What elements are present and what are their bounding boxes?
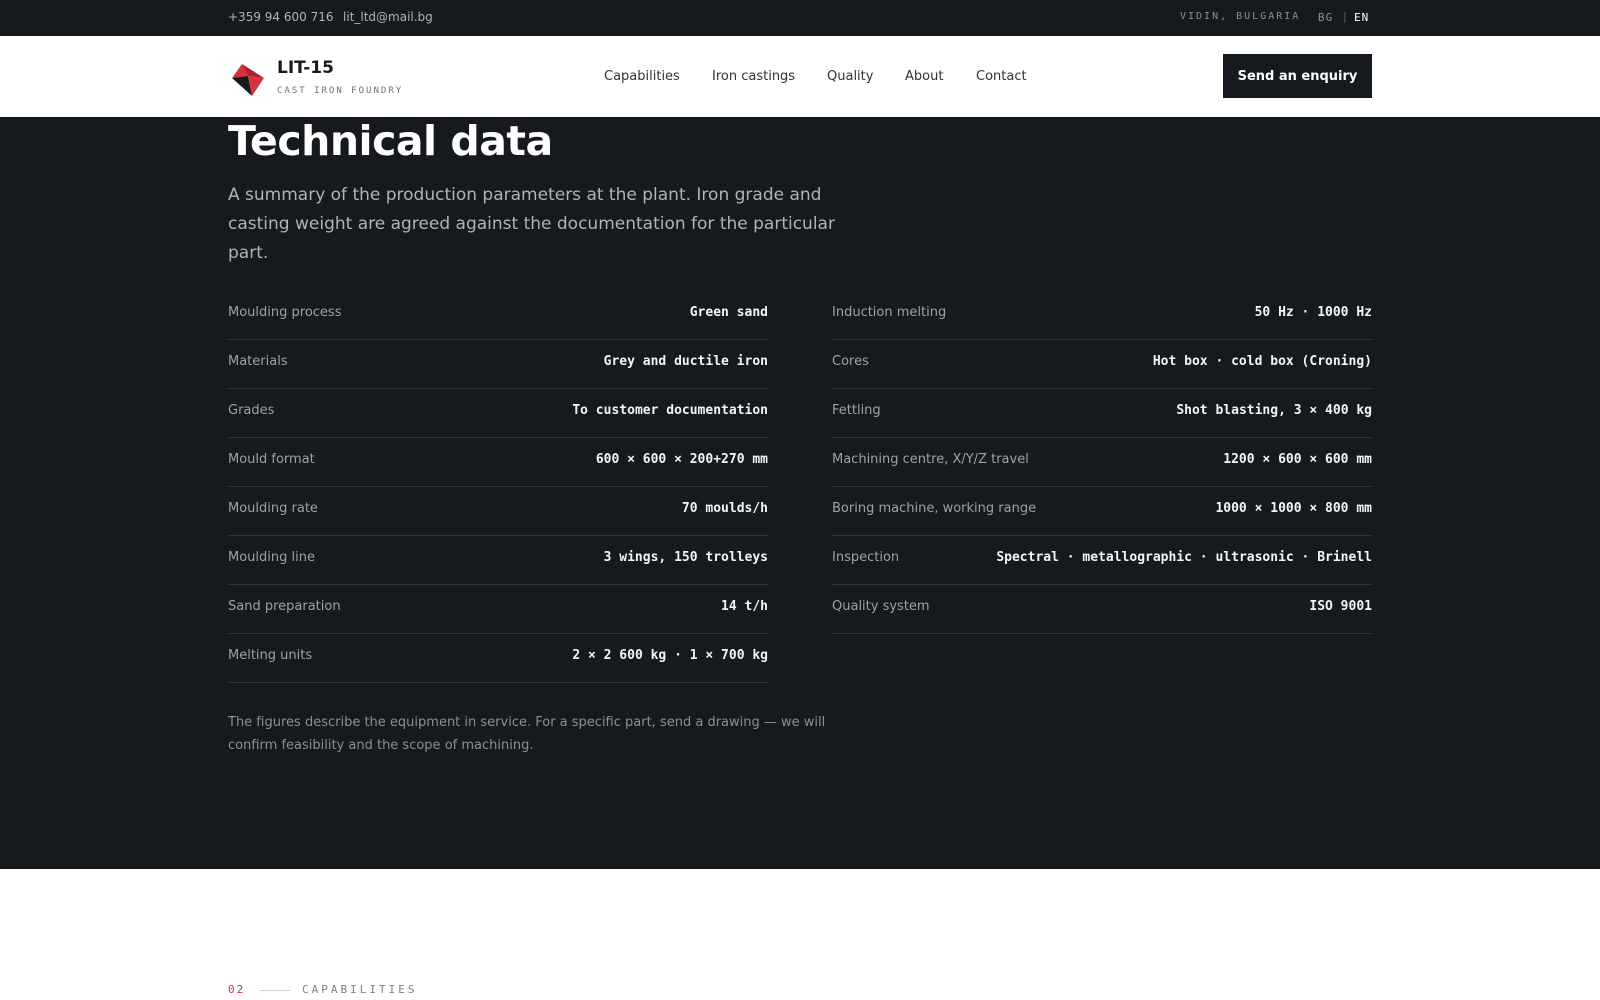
- spec-row: Sand preparation 14 t/h: [228, 585, 768, 634]
- spec-row: Materials Grey and ductile iron: [228, 340, 768, 389]
- location-text: VIDIN, BULGARIA: [1180, 11, 1301, 22]
- section-title: Technical data: [228, 117, 553, 165]
- spec-row: Cores Hot box · cold box (Croning): [832, 340, 1372, 389]
- section-label: CAPABILITIES: [302, 983, 418, 996]
- spec-row: Induction melting 50 Hz · 1000 Hz: [832, 291, 1372, 340]
- spec-label: Grades: [228, 403, 275, 418]
- spec-label: Inspection: [832, 550, 900, 565]
- spec-row: Moulding process Green sand: [228, 291, 768, 340]
- spec-column-left: Moulding process Green sand Materials Gr…: [228, 291, 768, 683]
- technical-data-section: Technical data A summary of the producti…: [0, 117, 1600, 869]
- spec-row: Quality system ISO 9001: [832, 585, 1372, 634]
- section-number: 02: [228, 983, 246, 996]
- spec-value: Spectral · metallographic · ultrasonic ·…: [996, 550, 1372, 565]
- logo-icon[interactable]: [228, 56, 266, 98]
- spec-value: ISO 9001: [1309, 599, 1372, 614]
- spec-label: Materials: [228, 354, 288, 369]
- spec-row: Grades To customer documentation: [228, 389, 768, 438]
- spec-row: Fettling Shot blasting, 3 × 400 kg: [832, 389, 1372, 438]
- spec-label: Moulding line: [228, 550, 315, 565]
- spec-label: Mould format: [228, 452, 315, 467]
- spec-row: Boring machine, working range 1000 × 100…: [832, 487, 1372, 536]
- section-intro: A summary of the production parameters a…: [228, 185, 835, 263]
- spec-value: 14 t/h: [721, 599, 768, 614]
- spec-column-right: Induction melting 50 Hz · 1000 Hz Cores …: [832, 291, 1372, 634]
- spec-value: Grey and ductile iron: [603, 354, 768, 369]
- top-bar: +359 94 600 716 lit_ltd@mail.bg VIDIN, B…: [0, 0, 1600, 36]
- spec-label: Quality system: [832, 599, 930, 614]
- spec-value: Shot blasting, 3 × 400 kg: [1176, 403, 1372, 418]
- brand-tagline: CAST IRON FOUNDRY: [277, 86, 404, 96]
- site-header: LIT-15 CAST IRON FOUNDRY Capabilities Ir…: [0, 36, 1600, 117]
- nav-iron-castings[interactable]: Iron castings: [712, 69, 795, 84]
- section-divider: [260, 990, 290, 991]
- spec-row: Moulding line 3 wings, 150 trolleys: [228, 536, 768, 585]
- spec-value: 3 wings, 150 trolleys: [603, 550, 768, 565]
- nav-capabilities[interactable]: Capabilities: [604, 69, 680, 84]
- spec-row: Melting units 2 × 2 600 kg · 1 × 700 kg: [228, 634, 768, 683]
- spec-label: Induction melting: [832, 305, 947, 320]
- email-link[interactable]: lit_ltd@mail.bg: [343, 10, 433, 24]
- spec-value: 2 × 2 600 kg · 1 × 700 kg: [572, 648, 768, 663]
- nav-contact[interactable]: Contact: [976, 69, 1027, 84]
- lang-en-link[interactable]: EN: [1354, 11, 1369, 24]
- spec-value: 50 Hz · 1000 Hz: [1254, 305, 1372, 320]
- spec-row: Mould format 600 × 600 × 200+270 mm: [228, 438, 768, 487]
- spec-label: Moulding process: [228, 305, 342, 320]
- spec-value: 600 × 600 × 200+270 mm: [595, 452, 768, 467]
- spec-row: Machining centre, X/Y/Z travel 1200 × 60…: [832, 438, 1372, 487]
- spec-label: Machining centre, X/Y/Z travel: [832, 452, 1029, 467]
- nav-quality[interactable]: Quality: [827, 69, 873, 84]
- spec-value: To customer documentation: [572, 403, 768, 418]
- spec-label: Cores: [832, 354, 869, 369]
- spec-label: Fettling: [832, 403, 881, 418]
- lang-separator: |: [1343, 10, 1347, 23]
- nav-about[interactable]: About: [905, 69, 943, 84]
- spec-value: 1000 × 1000 × 800 mm: [1215, 501, 1372, 516]
- spec-row: Moulding rate 70 moulds/h: [228, 487, 768, 536]
- section-note: The figures describe the equipment in se…: [228, 715, 826, 753]
- spec-label: Boring machine, working range: [832, 501, 1037, 516]
- spec-label: Melting units: [228, 648, 313, 663]
- spec-label: Sand preparation: [228, 599, 341, 614]
- spec-value: 70 moulds/h: [681, 501, 768, 516]
- brand-name[interactable]: LIT-15: [277, 58, 334, 78]
- spec-value: Green sand: [689, 305, 768, 320]
- spec-value: 1200 × 600 × 600 mm: [1223, 452, 1372, 467]
- spec-label: Moulding rate: [228, 501, 318, 516]
- lang-bg-link[interactable]: BG: [1318, 11, 1333, 24]
- spec-row: Inspection Spectral · metallographic · u…: [832, 536, 1372, 585]
- spec-value: Hot box · cold box (Croning): [1152, 354, 1372, 369]
- phone-link[interactable]: +359 94 600 716: [228, 10, 333, 24]
- send-enquiry-button[interactable]: Send an enquiry: [1223, 54, 1372, 98]
